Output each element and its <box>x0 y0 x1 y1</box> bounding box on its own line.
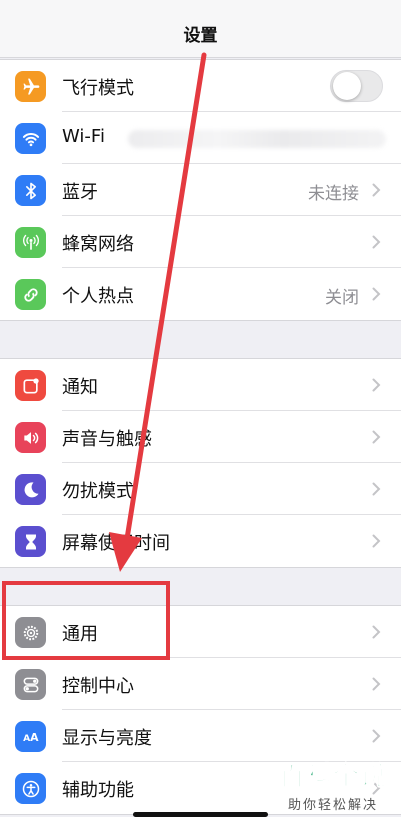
do-not-disturb-label: 勿扰模式 <box>62 481 134 502</box>
svg-text:A: A <box>30 731 39 744</box>
settings-row-control-center[interactable]: 控制中心 <box>0 658 401 710</box>
moon-icon <box>15 474 46 505</box>
cellular-label: 蜂窝网络 <box>62 234 134 255</box>
cellular-icon <box>15 227 46 258</box>
airplane-mode-toggle[interactable] <box>330 70 383 102</box>
airplane-icon <box>15 71 46 102</box>
chevron-right-icon <box>372 534 381 548</box>
chevron-right-icon <box>372 729 381 743</box>
chevron-right-icon <box>372 482 381 496</box>
hotspot-status: 关闭 <box>325 288 359 308</box>
watermark-subtitle: 助你轻松解决 <box>287 798 378 813</box>
sounds-haptics-label: 声音与触感 <box>62 429 152 450</box>
bluetooth-status: 未连接 <box>308 184 359 204</box>
accessibility-icon <box>15 773 46 804</box>
settings-group-notifications: 通知 声音与触感 勿扰模式 屏幕使用时间 <box>0 358 401 568</box>
sound-icon <box>15 422 46 453</box>
display-brightness-label: 显示与亮度 <box>62 728 152 749</box>
chevron-right-icon <box>372 183 381 197</box>
settings-row-notifications[interactable]: 通知 <box>0 359 401 411</box>
settings-row-sounds-haptics[interactable]: 声音与触感 <box>0 411 401 463</box>
chevron-right-icon <box>372 430 381 444</box>
wifi-network-name-blurred <box>128 130 386 148</box>
control-center-label: 控制中心 <box>62 676 134 697</box>
settings-row-do-not-disturb[interactable]: 勿扰模式 <box>0 463 401 515</box>
chevron-right-icon <box>372 235 381 249</box>
airplane-mode-label: 飞行模式 <box>62 78 134 99</box>
annotation-highlight-box <box>2 581 170 660</box>
control-center-icon <box>15 669 46 700</box>
settings-group-connectivity: 飞行模式 Wi-Fi 蓝牙 未连接 蜂窝网络 个人热点 关闭 <box>0 59 401 321</box>
bluetooth-icon <box>15 175 46 206</box>
home-indicator <box>133 812 268 817</box>
settings-row-hotspot[interactable]: 个人热点 关闭 <box>0 268 401 320</box>
chevron-right-icon <box>372 677 381 691</box>
watermark-title: 百科全说 <box>278 762 387 793</box>
page-title: 设置 <box>183 26 218 46</box>
watermark: 百科全说 助你轻松解决 <box>278 756 387 814</box>
notifications-label: 通知 <box>62 377 98 398</box>
hotspot-icon <box>15 279 46 310</box>
chevron-right-icon <box>372 287 381 301</box>
settings-row-airplane-mode[interactable]: 飞行模式 <box>0 60 401 112</box>
display-brightness-icon: AA <box>15 721 46 752</box>
wifi-label: Wi-Fi <box>62 126 105 147</box>
accessibility-label: 辅助功能 <box>62 780 134 801</box>
settings-row-wifi[interactable]: Wi-Fi <box>0 112 401 164</box>
wifi-icon <box>15 123 46 154</box>
notifications-icon <box>15 370 46 401</box>
navigation-bar: 设置 <box>0 0 401 58</box>
chevron-right-icon <box>372 378 381 392</box>
settings-row-screen-time[interactable]: 屏幕使用时间 <box>0 515 401 567</box>
settings-row-cellular[interactable]: 蜂窝网络 <box>0 216 401 268</box>
bluetooth-label: 蓝牙 <box>62 182 98 203</box>
hotspot-label: 个人热点 <box>62 286 134 307</box>
screen-time-label: 屏幕使用时间 <box>62 533 170 554</box>
hourglass-icon <box>15 526 46 557</box>
settings-row-bluetooth[interactable]: 蓝牙 未连接 <box>0 164 401 216</box>
toggle-knob <box>333 72 361 100</box>
chevron-right-icon <box>372 625 381 639</box>
settings-row-display-brightness[interactable]: AA 显示与亮度 <box>0 710 401 762</box>
